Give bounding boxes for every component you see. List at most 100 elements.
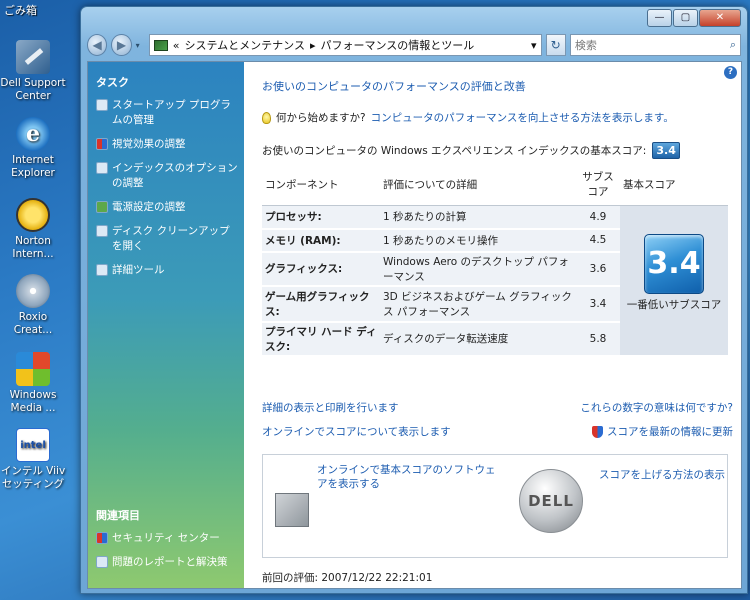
- main-panel: ? お使いのコンピュータのパフォーマンスの評価と改善 何から始めますか? コンピ…: [254, 62, 741, 588]
- task-sidebar: タスク スタートアップ プログラムの管理 視覚効果の調整 インデックスのオプショ…: [88, 62, 244, 588]
- component-detail: Windows Aero のデスクトップ パフォーマンス: [380, 251, 576, 287]
- task-disk-cleanup[interactable]: ディスク クリーンアップを開く: [96, 224, 238, 254]
- related-section: 関連項目 セキュリティ センター 問題のレポートと解決策: [96, 507, 238, 579]
- maximize-button[interactable]: ▢: [673, 9, 698, 27]
- task-label: ディスク クリーンアップを開く: [112, 225, 230, 252]
- control-panel-icon: [153, 39, 168, 51]
- navigation-bar: ◀ ▶ ▾ « システムとメンテナンス ▸ パフォーマンスの情報とツール ▾ ↻…: [87, 32, 741, 58]
- score-table: コンポーネント 評価についての詳細 サブスコア 基本スコア プロセッサ: 1 秒…: [262, 165, 728, 357]
- component-name: プライマリ ハード ディスク:: [262, 321, 380, 357]
- address-dropdown-icon[interactable]: ▾: [531, 39, 537, 52]
- links-row-1: 詳細の表示と印刷を行います これらの数字の意味は何ですか?: [262, 400, 733, 415]
- breadcrumb-performance[interactable]: パフォーマンスの情報とツール: [321, 37, 475, 53]
- internet-explorer-icon: e: [16, 117, 50, 151]
- close-button[interactable]: ✕: [699, 9, 741, 27]
- component-name: ゲーム用グラフィックス:: [262, 285, 380, 323]
- header-subscore: サブスコア: [576, 165, 620, 206]
- dell-logo[interactable]: DELL: [519, 469, 583, 533]
- online-software-link[interactable]: オンラインで基本スコアのソフトウェアを表示する: [317, 463, 497, 491]
- windows-media-icon: [16, 352, 50, 386]
- index-icon: [96, 162, 108, 174]
- component-detail: 1 秒あたりのメモリ操作: [380, 228, 576, 253]
- hint-prefix: 何から始めますか?: [276, 112, 366, 124]
- header-basescore: 基本スコア: [620, 165, 728, 206]
- content-area: タスク スタートアップ プログラムの管理 視覚効果の調整 インデックスのオプショ…: [87, 61, 742, 589]
- last-evaluation: 前回の評価: 2007/12/22 22:21:01: [262, 572, 433, 584]
- raise-score-link[interactable]: スコアを上げる方法の表示: [599, 467, 725, 482]
- task-startup-programs[interactable]: スタートアップ プログラムの管理: [96, 98, 238, 128]
- roxio-disc-icon: [16, 274, 50, 308]
- big-score-caption: 一番低いサブスコア: [626, 299, 722, 311]
- improve-performance-link[interactable]: コンピュータのパフォーマンスを向上させる方法を表示します。: [371, 110, 674, 125]
- update-score-link[interactable]: スコアを最新の情報に更新: [592, 424, 733, 439]
- intel-viiv-icon: intel: [16, 428, 50, 462]
- breadcrumb-separator-icon[interactable]: ▸: [310, 39, 316, 52]
- desktop-icon-label: Roxio Creat...: [13, 311, 53, 336]
- desktop-icon-label: Windows Media ...: [9, 389, 57, 414]
- desktop-icon-roxio[interactable]: Roxio Creat...: [0, 274, 66, 337]
- desktop-icon-norton[interactable]: Norton Intern...: [0, 198, 66, 261]
- refresh-button[interactable]: ↻: [545, 34, 566, 56]
- component-detail: 3D ビジネスおよびゲーム グラフィックス パフォーマンス: [380, 285, 576, 323]
- component-subscore: 3.6: [576, 251, 620, 287]
- component-detail: 1 秒あたりの計算: [380, 205, 576, 230]
- breadcrumb-overflow[interactable]: «: [173, 39, 180, 52]
- disk-icon: [96, 225, 108, 237]
- lightbulb-icon: [262, 111, 271, 124]
- desktop-icon-intel-viiv[interactable]: intel インテル Viiv セッティング: [0, 428, 66, 491]
- view-print-details-link[interactable]: 詳細の表示と印刷を行います: [262, 400, 399, 415]
- component-subscore: 4.9: [576, 205, 620, 230]
- update-score-label: スコアを最新の情報に更新: [607, 426, 733, 438]
- search-input[interactable]: 検索 ⌕: [569, 34, 741, 56]
- task-index-options[interactable]: インデックスのオプションの調整: [96, 161, 238, 191]
- breadcrumb-system-maintenance[interactable]: システムとメンテナンス: [185, 37, 305, 53]
- search-icon[interactable]: ⌕: [730, 38, 736, 52]
- related-problem-reports[interactable]: 問題のレポートと解決策: [96, 555, 238, 570]
- task-label: スタートアップ プログラムの管理: [112, 99, 231, 126]
- performance-window: — ▢ ✕ ◀ ▶ ▾ « システムとメンテナンス ▸ パフォーマンスの情報とツ…: [80, 6, 748, 594]
- desktop-icon-dell-support[interactable]: Dell Support Center: [0, 40, 66, 103]
- links-row-2: オンラインでスコアについて表示します スコアを最新の情報に更新: [262, 424, 733, 439]
- base-score-label: お使いのコンピュータの Windows エクスペリエンス インデックスの基本スコ…: [262, 145, 647, 157]
- component-subscore: 3.4: [576, 285, 620, 323]
- forward-button[interactable]: ▶: [111, 34, 132, 56]
- startup-icon: [96, 99, 108, 111]
- report-icon: [96, 556, 108, 568]
- component-subscore: 4.5: [576, 228, 620, 253]
- component-detail: ディスクのデータ転送速度: [380, 321, 576, 357]
- desktop-icon-label: Internet Explorer: [11, 154, 55, 179]
- base-score-line: お使いのコンピュータの Windows エクスペリエンス インデックスの基本スコ…: [262, 142, 741, 159]
- shield-icon: [96, 138, 108, 150]
- score-table-header: コンポーネント 評価についての詳細 サブスコア 基本スコア: [262, 165, 728, 206]
- address-bar[interactable]: « システムとメンテナンス ▸ パフォーマンスの情報とツール ▾: [148, 34, 542, 56]
- table-row: プロセッサ: 1 秒あたりの計算 4.9 3.4 一番低いサブスコア: [262, 205, 728, 357]
- help-icon[interactable]: ?: [724, 66, 737, 79]
- tools-icon: [96, 264, 108, 276]
- base-score-badge: 3.4: [652, 142, 680, 159]
- view-scores-online-link[interactable]: オンラインでスコアについて表示します: [262, 424, 451, 439]
- desktop-recycle-bin-label[interactable]: ごみ箱: [4, 2, 37, 18]
- big-score-badge: 3.4: [644, 234, 704, 294]
- task-label: 詳細ツール: [112, 264, 165, 276]
- shield-icon: [592, 425, 603, 438]
- software-box-icon: [275, 493, 309, 527]
- desktop-icon-internet-explorer[interactable]: e Internet Explorer: [0, 117, 66, 180]
- task-label: インデックスのオプションの調整: [112, 162, 238, 189]
- back-button[interactable]: ◀: [87, 34, 108, 56]
- base-score-cell: 3.4 一番低いサブスコア: [620, 205, 728, 357]
- task-advanced-tools[interactable]: 詳細ツール: [96, 263, 238, 278]
- security-icon: [96, 532, 108, 544]
- task-visual-effects[interactable]: 視覚効果の調整: [96, 137, 238, 152]
- search-placeholder: 検索: [574, 39, 597, 52]
- history-dropdown-icon[interactable]: ▾: [136, 41, 145, 50]
- wrench-icon: [16, 40, 50, 74]
- desktop-icon-windows-media[interactable]: Windows Media ...: [0, 352, 66, 415]
- related-label: 問題のレポートと解決策: [112, 556, 228, 568]
- related-security-center[interactable]: セキュリティ センター: [96, 531, 238, 546]
- minimize-button[interactable]: —: [647, 9, 672, 27]
- task-power-settings[interactable]: 電源設定の調整: [96, 200, 238, 215]
- tasks-heading: タスク: [96, 76, 129, 89]
- page-title: お使いのコンピュータのパフォーマンスの評価と改善: [262, 80, 526, 93]
- what-do-numbers-mean-link[interactable]: これらの数字の意味は何ですか?: [580, 400, 733, 415]
- desktop-icon-label: インテル Viiv セッティング: [0, 465, 66, 490]
